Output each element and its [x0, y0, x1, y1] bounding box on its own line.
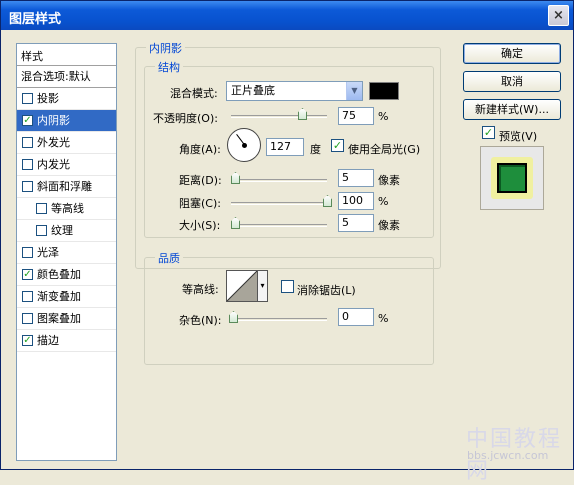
contour-curve-icon [226, 270, 258, 302]
global-light-checkbox[interactable] [331, 139, 344, 152]
angle-input[interactable]: 127 [266, 138, 304, 156]
contour-label: 等高线: [182, 283, 219, 296]
style-checkbox[interactable] [22, 115, 33, 126]
global-light-label[interactable]: 使用全局光(G) [348, 141, 420, 157]
noise-label: 杂色(N): [179, 314, 222, 327]
styles-header[interactable]: 样式 [17, 44, 116, 66]
contour-preview[interactable] [226, 270, 258, 302]
size-label: 大小(S): [179, 219, 221, 232]
style-preview [480, 146, 544, 210]
style-checkbox[interactable] [22, 159, 33, 170]
sidebar-item-label: 内发光 [37, 158, 70, 171]
styles-list: 样式 混合选项:默认 投影内阴影外发光内发光斜面和浮雕等高线纹理光泽颜色叠加渐变… [16, 43, 117, 461]
preview-checkbox[interactable] [482, 126, 495, 139]
sidebar-item-label: 等高线 [51, 202, 84, 215]
distance-input[interactable]: 5 [338, 169, 374, 187]
preview-label[interactable]: 预览(V) [499, 128, 537, 144]
sidebar-item[interactable]: 描边 [17, 330, 116, 352]
distance-label: 距离(D): [179, 174, 222, 187]
style-checkbox[interactable] [22, 269, 33, 280]
angle-unit: 度 [310, 143, 321, 156]
close-icon: × [553, 8, 564, 23]
distance-unit: 像素 [378, 174, 400, 187]
sidebar-item-label: 描边 [37, 334, 59, 347]
sidebar-item[interactable]: 投影 [17, 88, 116, 110]
opacity-input[interactable]: 75 [338, 107, 374, 125]
sidebar-item-label: 光泽 [37, 246, 59, 259]
blend-mode-label: 混合模式: [170, 87, 218, 100]
style-checkbox[interactable] [36, 203, 47, 214]
noise-slider-track[interactable] [231, 318, 327, 321]
choke-unit: % [378, 195, 389, 208]
sidebar-item-label: 内阴影 [37, 114, 70, 127]
quality-title: 品质 [155, 250, 183, 266]
sidebar-item-label: 颜色叠加 [37, 268, 81, 281]
choke-slider-track[interactable] [231, 202, 327, 205]
sidebar-item[interactable]: 斜面和浮雕 [17, 176, 116, 198]
title-bar[interactable]: 图层样式 × [1, 1, 573, 30]
shadow-color-swatch[interactable] [369, 82, 399, 100]
choke-input[interactable]: 100 [338, 192, 374, 210]
style-checkbox[interactable] [22, 313, 33, 324]
layer-style-dialog: 图层样式 × 样式 混合选项:默认 投影内阴影外发光内发光斜面和浮雕等高线纹理光… [0, 0, 574, 484]
antialias-checkbox[interactable] [281, 280, 294, 293]
sidebar-item[interactable]: 颜色叠加 [17, 264, 116, 286]
structure-title: 结构 [155, 59, 183, 75]
watermark-url: bbs.jcwcn.com [467, 449, 549, 462]
style-checkbox[interactable] [22, 181, 33, 192]
style-checkbox[interactable] [22, 335, 33, 346]
sidebar-item[interactable]: 光泽 [17, 242, 116, 264]
inner-shadow-title: 内阴影 [146, 40, 185, 56]
distance-slider-track[interactable] [231, 179, 327, 182]
style-checkbox[interactable] [22, 247, 33, 258]
blend-mode-select[interactable]: 正片叠底 ▼ [226, 81, 363, 101]
close-button[interactable]: × [548, 5, 569, 26]
sidebar-item[interactable]: 纹理 [17, 220, 116, 242]
style-checkbox[interactable] [22, 93, 33, 104]
noise-unit: % [378, 312, 389, 325]
sidebar-item-label: 图案叠加 [37, 312, 81, 325]
angle-label: 角度(A): [179, 143, 221, 156]
opacity-slider-track[interactable] [231, 115, 327, 118]
angle-dial[interactable] [227, 128, 261, 162]
opacity-label: 不透明度(O): [153, 112, 218, 125]
sidebar-item-label: 斜面和浮雕 [37, 180, 92, 193]
blend-mode-value: 正片叠底 [231, 84, 275, 97]
opacity-unit: % [378, 110, 389, 123]
choke-label: 阻塞(C): [179, 197, 221, 210]
sidebar-item-label: 纹理 [51, 224, 73, 237]
sidebar-item-label: 外发光 [37, 136, 70, 149]
size-slider-track[interactable] [231, 224, 327, 227]
sidebar-item[interactable]: 渐变叠加 [17, 286, 116, 308]
dialog-body: 样式 混合选项:默认 投影内阴影外发光内发光斜面和浮雕等高线纹理光泽颜色叠加渐变… [1, 31, 573, 484]
chevron-down-icon[interactable]: ▼ [346, 82, 362, 100]
sidebar-item[interactable]: 等高线 [17, 198, 116, 220]
style-items: 投影内阴影外发光内发光斜面和浮雕等高线纹理光泽颜色叠加渐变叠加图案叠加描边 [17, 88, 116, 352]
cancel-button[interactable]: 取消 [463, 71, 561, 92]
style-checkbox[interactable] [36, 225, 47, 236]
size-unit: 像素 [378, 219, 400, 232]
antialias-label[interactable]: 消除锯齿(L) [297, 282, 356, 298]
blend-options-item[interactable]: 混合选项:默认 [17, 66, 116, 88]
sidebar-item[interactable]: 内阴影 [17, 110, 116, 132]
preview-swatch [497, 163, 527, 193]
chevron-down-icon: ▾ [260, 281, 265, 290]
ok-button[interactable]: 确定 [463, 43, 561, 64]
size-input[interactable]: 5 [338, 214, 374, 232]
dialog-title: 图层样式 [9, 12, 62, 27]
sidebar-item[interactable]: 图案叠加 [17, 308, 116, 330]
quality-group: 品质 [144, 250, 434, 365]
style-checkbox[interactable] [22, 137, 33, 148]
new-style-button[interactable]: 新建样式(W)... [463, 99, 561, 120]
sidebar-item[interactable]: 内发光 [17, 154, 116, 176]
style-checkbox[interactable] [22, 291, 33, 302]
noise-input[interactable]: 0 [338, 308, 374, 326]
sidebar-item[interactable]: 外发光 [17, 132, 116, 154]
sidebar-item-label: 渐变叠加 [37, 290, 81, 303]
contour-dropdown[interactable]: ▾ [258, 270, 268, 302]
sidebar-item-label: 投影 [37, 92, 59, 105]
